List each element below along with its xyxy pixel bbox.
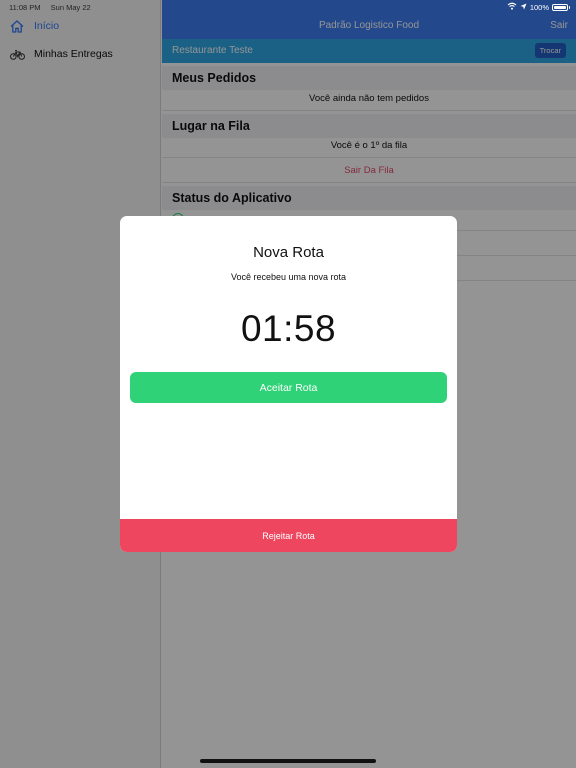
reject-route-button[interactable]: Rejeitar Rota bbox=[120, 519, 457, 552]
status-bar-right: 100% bbox=[0, 0, 576, 13]
modal-title: Nova Rota bbox=[253, 244, 324, 261]
battery-percentage: 100% bbox=[529, 2, 549, 12]
wifi-icon bbox=[507, 2, 517, 12]
new-route-modal: Nova Rota Você recebeu uma nova rota 01:… bbox=[120, 216, 457, 552]
countdown-timer: 01:58 bbox=[240, 308, 337, 349]
battery-icon bbox=[552, 3, 570, 11]
home-indicator[interactable] bbox=[200, 759, 376, 763]
modal-subtitle: Você recebeu uma nova rota bbox=[230, 272, 347, 282]
location-arrow-icon bbox=[520, 3, 527, 12]
accept-route-button[interactable]: Aceitar Rota bbox=[130, 372, 447, 403]
